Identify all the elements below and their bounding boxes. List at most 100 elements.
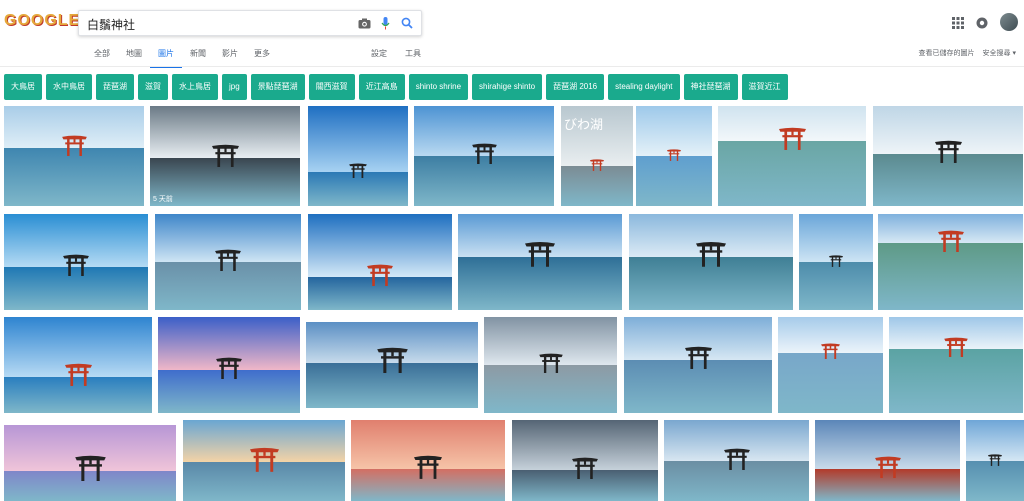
image-result-thumbnail[interactable] (484, 317, 617, 413)
image-result-thumbnail[interactable] (158, 317, 300, 413)
torii-gate-icon (525, 242, 555, 267)
torii-gate-icon (349, 163, 367, 178)
image-result-thumbnail[interactable] (414, 106, 554, 206)
chip[interactable]: 琵琶湖 2016 (546, 74, 605, 100)
saved-images-link[interactable]: 查看已儲存的圖片 (919, 48, 975, 58)
search-icon[interactable] (398, 14, 416, 32)
torii-gate-icon (938, 230, 964, 252)
mic-icon[interactable] (376, 14, 394, 32)
tools-tabs: 設定 工具 (362, 48, 430, 66)
torii-gate-icon (724, 448, 750, 470)
avatar[interactable] (1000, 13, 1018, 31)
tab-videos[interactable]: 影片 (214, 48, 246, 66)
chip[interactable]: 景點琵琶湖 (250, 74, 305, 100)
torii-gate-icon (685, 346, 712, 369)
search-box[interactable]: 白鬚神社 (78, 10, 422, 36)
torii-gate-icon (696, 242, 726, 267)
notifications-icon[interactable] (976, 16, 988, 34)
tab-settings[interactable]: 設定 (362, 48, 396, 66)
tab-images[interactable]: 圖片 (150, 48, 182, 68)
torii-gate-icon (988, 454, 1002, 466)
chip[interactable]: jpg (222, 74, 247, 100)
thumbnail-water (561, 166, 633, 206)
torii-gate-icon (367, 264, 393, 286)
safe-search-toggle[interactable]: 安全搜尋 ▾ (983, 48, 1016, 58)
thumbnail-water (4, 148, 144, 206)
torii-gate-icon (63, 254, 89, 276)
image-result-thumbnail[interactable]: びわ湖 (561, 106, 633, 206)
image-age-caption: 5 天前 (153, 196, 173, 203)
torii-gate-icon (377, 347, 408, 373)
image-result-thumbnail[interactable] (815, 420, 960, 501)
tab-tools[interactable]: 工具 (396, 48, 430, 66)
chip[interactable]: shirahige shinto (472, 74, 543, 100)
chip[interactable]: 神社琵琶湖 (683, 74, 738, 100)
image-result-thumbnail[interactable] (718, 106, 866, 206)
torii-gate-icon (75, 455, 106, 481)
torii-gate-icon (62, 135, 87, 156)
image-result-thumbnail[interactable] (4, 317, 152, 413)
torii-gate-icon (875, 456, 901, 478)
image-result-thumbnail[interactable] (889, 317, 1023, 413)
image-result-thumbnail[interactable] (624, 317, 772, 413)
chip[interactable]: 大鳥居 (4, 74, 42, 100)
chip[interactable]: 水中鳥居 (46, 74, 92, 100)
image-result-thumbnail[interactable] (306, 322, 478, 408)
image-result-thumbnail[interactable] (799, 214, 873, 310)
thumbnail-water (799, 262, 873, 310)
image-result-thumbnail[interactable] (183, 420, 345, 501)
right-links: 查看已儲存的圖片 安全搜尋 ▾ (919, 48, 1016, 58)
image-result-thumbnail[interactable] (4, 214, 148, 310)
tab-more[interactable]: 更多 (246, 48, 278, 66)
thumbnail-water (966, 461, 1024, 501)
search-tabs: 全部 地圖 圖片 新聞 影片 更多 (86, 48, 278, 68)
chip[interactable]: 琵琶湖 (96, 74, 134, 100)
apps-icon[interactable] (952, 16, 964, 34)
thumbnail-water (889, 349, 1023, 413)
tab-all[interactable]: 全部 (86, 48, 118, 66)
image-result-thumbnail[interactable] (308, 106, 408, 206)
image-result-thumbnail[interactable] (351, 420, 505, 501)
torii-gate-icon (829, 255, 843, 267)
torii-gate-icon (779, 127, 806, 150)
torii-gate-icon (65, 363, 92, 386)
chip[interactable]: 滋賀 (138, 74, 168, 100)
torii-gate-icon (472, 143, 497, 164)
search-input[interactable]: 白鬚神社 (87, 16, 135, 33)
chip[interactable]: 滋賀近江 (741, 74, 788, 100)
image-result-thumbnail[interactable] (636, 106, 712, 206)
torii-gate-icon (414, 455, 442, 479)
image-result-thumbnail[interactable] (778, 317, 883, 413)
image-result-thumbnail[interactable] (4, 106, 144, 206)
image-result-thumbnail[interactable]: 5 天前 (150, 106, 300, 206)
google-logo[interactable]: GOOGLE (4, 12, 80, 30)
tab-news[interactable]: 新聞 (182, 48, 214, 66)
image-result-thumbnail[interactable] (308, 214, 452, 310)
image-result-thumbnail[interactable] (4, 425, 176, 501)
tab-maps[interactable]: 地圖 (118, 48, 150, 66)
image-result-thumbnail[interactable] (155, 214, 301, 310)
image-overlay-text: びわ湖 (564, 117, 604, 132)
image-result-thumbnail[interactable] (878, 214, 1023, 310)
torii-gate-icon (667, 149, 681, 161)
chip[interactable]: 關西滋賀 (308, 74, 355, 100)
image-result-thumbnail[interactable] (629, 214, 793, 310)
related-chips: 大鳥居 水中鳥居 琵琶湖 滋賀 水上鳥居 jpg 景點琵琶湖 關西滋賀 近江高島… (4, 74, 788, 100)
torii-gate-icon (572, 457, 598, 479)
chip[interactable]: 水上鳥居 (172, 74, 218, 100)
chip[interactable]: stealing daylight (608, 74, 680, 100)
image-result-thumbnail[interactable] (873, 106, 1023, 206)
image-result-thumbnail[interactable] (664, 420, 809, 501)
image-result-thumbnail[interactable] (512, 420, 658, 501)
thumbnail-water (718, 141, 866, 206)
torii-gate-icon (216, 357, 242, 379)
torii-gate-icon (590, 159, 604, 171)
image-result-thumbnail[interactable] (966, 420, 1024, 501)
header-divider (0, 66, 1024, 67)
chip[interactable]: 近江高島 (358, 74, 405, 100)
image-result-thumbnail[interactable] (458, 214, 622, 310)
torii-gate-icon (212, 144, 239, 167)
torii-gate-icon (539, 353, 563, 373)
camera-icon[interactable] (355, 14, 373, 32)
chip[interactable]: shinto shrine (408, 74, 469, 100)
